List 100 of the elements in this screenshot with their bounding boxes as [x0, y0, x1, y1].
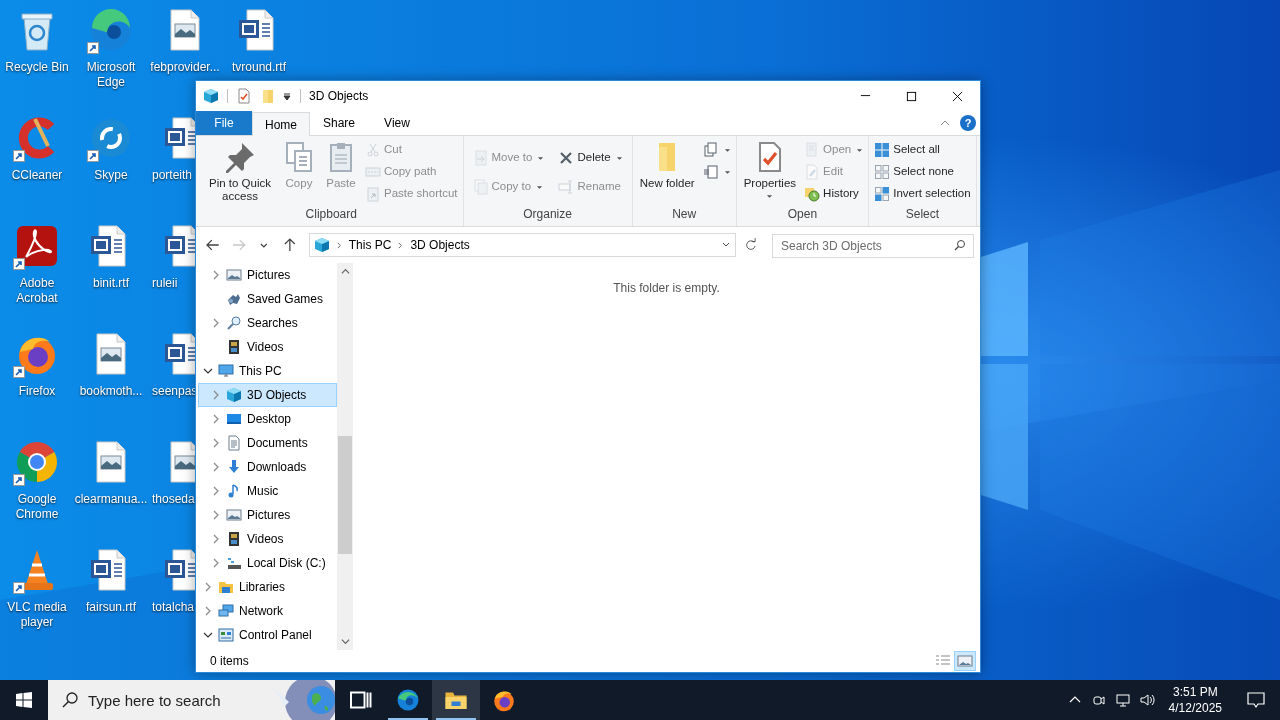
back-arrow-icon[interactable]: [205, 237, 221, 253]
chevron-right-icon[interactable]: [203, 606, 213, 616]
properties-icon[interactable]: [236, 88, 252, 104]
chevron-right-icon[interactable]: [211, 510, 221, 520]
tree-item[interactable]: Downloads: [198, 455, 337, 479]
ribbon-tab[interactable]: Share: [310, 111, 368, 135]
desktop-icon-label[interactable]: binit.rtf: [74, 276, 148, 291]
videos-icon: [226, 339, 242, 355]
desktop-icon-label[interactable]: bookmoth...: [74, 384, 148, 399]
rename-icon: [558, 179, 575, 195]
tree-item[interactable]: This PC: [198, 359, 337, 383]
documents-icon: [226, 435, 242, 451]
maximize-icon[interactable]: [905, 90, 917, 102]
search-field[interactable]: Search 3D Objects: [772, 234, 974, 258]
help-button[interactable]: ?: [960, 115, 976, 131]
ribbon-group-label: Organize: [522, 206, 573, 223]
tree-item[interactable]: Libraries: [198, 575, 337, 599]
caret-icon: [615, 155, 623, 161]
tree-item[interactable]: 3D Objects: [198, 383, 337, 407]
notifications-icon[interactable]: [1246, 690, 1266, 710]
ribbon-button[interactable]: New folder: [635, 139, 699, 190]
desktop-icon-label[interactable]: Microsoft Edge: [74, 60, 148, 90]
window-title: 3D Objects: [309, 88, 369, 105]
tree-item[interactable]: Network: [198, 599, 337, 623]
desktop-icon-label[interactable]: thoseda: [148, 492, 195, 507]
breadcrumb[interactable]: This PC: [348, 236, 392, 254]
desktop-icon-label[interactable]: Google Chrome: [0, 492, 74, 522]
chevron-right-icon[interactable]: [211, 486, 221, 496]
desktop-icon-label[interactable]: Firefox: [0, 384, 74, 399]
network-icon: [218, 603, 234, 619]
desktop-icon-label[interactable]: tvround.rtf: [222, 60, 296, 75]
tree-item[interactable]: Music: [198, 479, 337, 503]
large-icons-view-button[interactable]: [954, 651, 976, 671]
chevron-down-icon[interactable]: [203, 366, 213, 376]
desktop-icon-label[interactable]: Adobe Acrobat: [0, 276, 74, 306]
taskbar-app-button[interactable]: [432, 680, 480, 720]
tree-item[interactable]: Saved Games: [198, 287, 337, 311]
chevron-right-icon[interactable]: [211, 414, 221, 424]
chevron-right-icon[interactable]: [211, 390, 221, 400]
breadcrumb[interactable]: 3D Objects: [410, 236, 470, 254]
tree-item[interactable]: Videos: [198, 335, 337, 359]
volume-icon[interactable]: [1138, 692, 1155, 708]
scroll-thumb[interactable]: [338, 436, 352, 554]
cube-icon[interactable]: [203, 88, 219, 104]
clock-time[interactable]: 3:51 PM: [1172, 684, 1218, 700]
chevron-down-icon[interactable]: [203, 630, 213, 640]
caret-icon: [856, 147, 864, 153]
collapse-ribbon-icon[interactable]: [940, 120, 950, 126]
tree-item[interactable]: Searches: [198, 311, 337, 335]
up-arrow-icon[interactable]: [282, 237, 298, 253]
address-bar[interactable]: This PC 3D Objects: [308, 233, 737, 257]
tree-item[interactable]: Pictures: [198, 503, 337, 527]
caret-icon: [536, 184, 544, 190]
close-icon[interactable]: [951, 90, 963, 102]
ribbon-button[interactable]: Pin to Quick access: [203, 139, 277, 203]
tree-item[interactable]: Videos: [198, 527, 337, 551]
caret-icon[interactable]: [282, 91, 292, 101]
tree-item[interactable]: Local Disk (C:): [198, 551, 337, 575]
tree-item[interactable]: Pictures: [198, 263, 337, 287]
chevron-right-icon[interactable]: [211, 438, 221, 448]
empty-folder-message: This folder is empty.: [613, 280, 720, 295]
desktop-icon-label[interactable]: totalcha: [148, 600, 195, 615]
ribbon-button[interactable]: Select all: [872, 139, 973, 161]
tree-item[interactable]: Control Panel: [198, 623, 337, 647]
ribbon-button[interactable]: Invert selection: [872, 183, 973, 205]
chevron-right-icon[interactable]: [211, 270, 221, 280]
objects3d-icon: [226, 387, 242, 403]
desktop-icon-label[interactable]: seenpas: [148, 384, 198, 399]
new-item-icon: [702, 142, 719, 158]
chevron-right-icon[interactable]: [211, 318, 221, 328]
tree-item[interactable]: Documents: [198, 431, 337, 455]
refresh-icon[interactable]: [744, 238, 758, 252]
caret-icon: [723, 169, 731, 175]
tree-item[interactable]: Desktop: [198, 407, 337, 431]
scrollbar[interactable]: [337, 263, 353, 650]
desktop-icon-label[interactable]: VLC media player: [0, 600, 74, 630]
ribbon-tab[interactable]: Home: [252, 112, 310, 136]
chevron-right-icon[interactable]: [211, 534, 221, 544]
desktop-icon-label[interactable]: CCleaner: [0, 168, 74, 183]
chevron-right-icon[interactable]: [203, 582, 213, 592]
desktop-icon-label[interactable]: ruleii: [148, 276, 178, 291]
path-icon: [365, 164, 381, 180]
thispc-icon: [218, 363, 234, 379]
network-icon[interactable]: [1114, 692, 1131, 708]
taskbar-search-field[interactable]: Type here to search: [48, 680, 335, 720]
clock-date[interactable]: 4/12/2025: [1168, 700, 1222, 716]
desktop-icon-label[interactable]: Skype: [74, 168, 148, 183]
desktop-icon-label[interactable]: fairsun.rtf: [74, 600, 148, 615]
ribbon-button[interactable]: Delete: [556, 147, 625, 169]
chevron-right-icon[interactable]: [211, 462, 221, 472]
ribbon-button[interactable]: History: [802, 183, 866, 205]
chevron-right-icon[interactable]: [211, 558, 221, 568]
ribbon-button[interactable]: Select none: [872, 161, 973, 183]
ribbon-tab[interactable]: View: [368, 111, 426, 135]
ribbon-tab[interactable]: File: [196, 111, 252, 135]
desktop-icon-label[interactable]: porteith: [148, 168, 193, 183]
desktop-icon-label[interactable]: Recycle Bin: [0, 60, 74, 75]
desktop-icon-label[interactable]: clearmanua...: [74, 492, 148, 507]
desktop-icon-label[interactable]: febprovider...: [148, 60, 222, 75]
ribbon-button[interactable]: Properties: [739, 139, 801, 199]
